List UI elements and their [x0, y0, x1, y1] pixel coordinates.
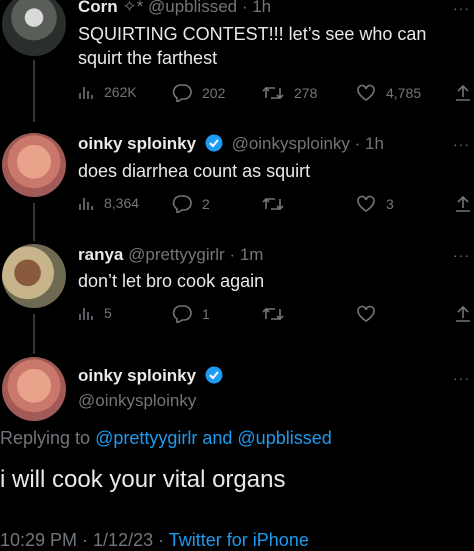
handle[interactable]: @oinkysploinky [78, 391, 196, 411]
tweet-meta: 10:29 PM · 1/12/23 · Twitter for iPhone [0, 530, 309, 551]
tweet-date[interactable]: 1/12/23 [93, 530, 153, 550]
display-name[interactable]: oinky sploinky [78, 366, 196, 385]
tweet-time[interactable]: 10:29 PM [0, 530, 77, 550]
meta-separator: · [77, 530, 94, 550]
avatar[interactable] [2, 357, 66, 421]
focused-tweet-text: i will cook your vital organs [0, 466, 286, 493]
replying-to: Replying to @prettyygirlr and @upblissed [0, 428, 332, 449]
reply-mention-link[interactable]: @prettyygirlr [95, 428, 197, 448]
reply-mention-link[interactable]: @upblissed [237, 428, 331, 448]
client-link[interactable]: Twitter for iPhone [169, 530, 309, 550]
more-icon[interactable]: ··· [453, 370, 470, 386]
reply-and-label: and [197, 428, 238, 448]
focused-tweet: oinky sploinky @oinkysploinky ··· Replyi… [0, 0, 474, 551]
verified-badge-icon [205, 366, 223, 384]
meta-separator: · [153, 530, 169, 550]
focused-display-name: oinky sploinky [78, 366, 227, 386]
replying-to-label: Replying to [0, 428, 96, 448]
